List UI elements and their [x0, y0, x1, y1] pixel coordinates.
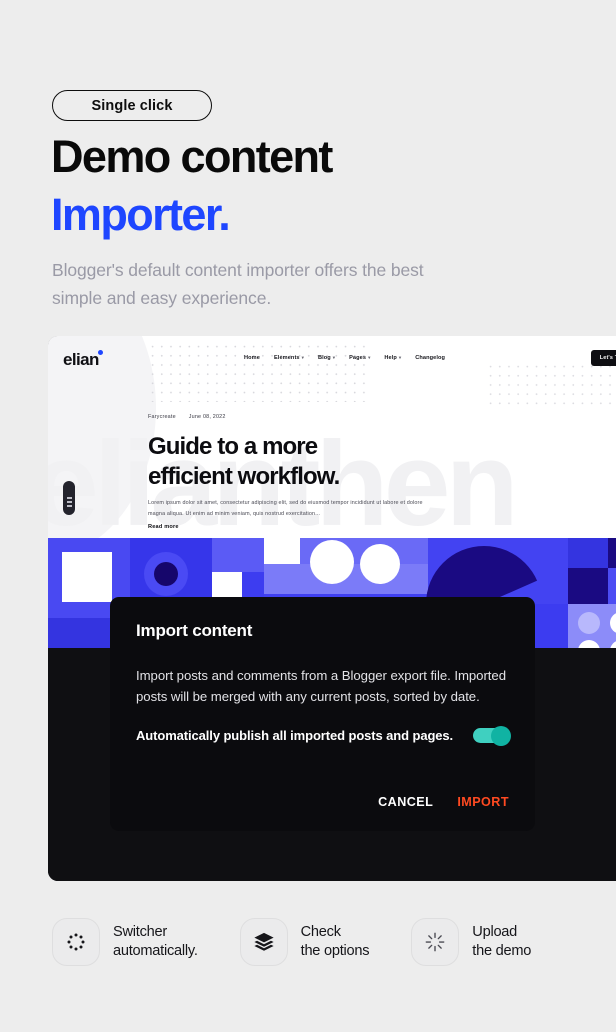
- shape-block: [608, 568, 616, 604]
- article-author: Farycreate: [148, 414, 176, 420]
- feature-label: Check the options: [301, 923, 370, 961]
- site-nav: Home Elements ▾ Blog ▾ Pages ▾ Help ▾ Ch…: [244, 355, 445, 361]
- chevron-down-icon: ▾: [301, 355, 304, 360]
- layers-icon: [239, 918, 288, 966]
- cancel-button[interactable]: CANCEL: [378, 795, 433, 809]
- auto-publish-label: Automatically publish all imported posts…: [136, 728, 454, 743]
- feature-label-line2: the options: [300, 943, 370, 959]
- badge-label: Single click: [91, 97, 173, 114]
- article-meta: Farycreate June 08, 2022: [148, 414, 226, 420]
- shape-block: [608, 538, 616, 568]
- feature-label-line2: automatically.: [113, 943, 198, 959]
- feature-label-line1: Check: [300, 924, 341, 940]
- modal-actions: CANCEL IMPORT: [378, 795, 509, 809]
- feature-label-line1: Switcher: [113, 924, 167, 940]
- nav-label: Blog: [317, 355, 331, 361]
- article-heading: Guide to a more efficient workflow.: [148, 432, 340, 492]
- dot-grid-pattern-right: [486, 362, 616, 408]
- feature-item-options[interactable]: Check the options: [239, 918, 370, 966]
- nav-item-help[interactable]: Help ▾: [384, 355, 401, 361]
- modal-title: Import content: [136, 621, 253, 640]
- nav-label: Pages: [349, 355, 367, 361]
- read-more-link[interactable]: Read more: [148, 524, 179, 530]
- feature-item-switcher[interactable]: Switcher automatically.: [52, 918, 198, 966]
- shape-circle-navy: [154, 562, 178, 586]
- page-title-line1: Demo content: [51, 131, 333, 182]
- nav-item-home[interactable]: Home: [244, 355, 260, 361]
- nav-label: Home: [244, 355, 260, 361]
- article-heading-line1: Guide to a more: [148, 433, 318, 460]
- nav-item-changelog[interactable]: Changelog: [415, 355, 445, 361]
- import-button[interactable]: IMPORT: [457, 795, 509, 809]
- feature-label-line2: the demo: [472, 943, 532, 959]
- article-heading-line2: efficient workflow.: [148, 463, 340, 490]
- modal-description: Import posts and comments from a Blogger…: [136, 668, 506, 704]
- shape-circle-white: [360, 544, 400, 584]
- chevron-down-icon: ▾: [332, 355, 336, 360]
- page-root: Single click Demo content Importer. Blog…: [0, 0, 616, 1032]
- auto-publish-toggle[interactable]: [473, 725, 511, 746]
- share-tab-handle[interactable]: [63, 481, 75, 515]
- chevron-down-icon: ▾: [398, 355, 402, 360]
- dot-grid-pattern-left: [148, 342, 368, 402]
- chevron-down-icon: ▾: [368, 355, 371, 360]
- feature-label: Upload the demo: [472, 923, 531, 961]
- logo-dot-icon: [98, 350, 103, 355]
- preview-top-section: elianthen elian Home Elements ▾ Blog ▾ P…: [48, 336, 616, 538]
- theme-preview-card: elianthen elian Home Elements ▾ Blog ▾ P…: [48, 336, 616, 881]
- import-content-modal: Import content Import posts and comments…: [110, 597, 535, 831]
- nav-label: Help: [384, 355, 397, 361]
- shape-block: [212, 538, 264, 572]
- toggle-knob: [491, 725, 511, 746]
- article-date: June 08, 2022: [188, 414, 226, 420]
- dotted-spinner-icon: [52, 918, 100, 966]
- single-click-badge: Single click: [52, 90, 212, 121]
- shape-circle-white: [310, 540, 354, 584]
- feature-item-upload[interactable]: Upload the demo: [411, 918, 531, 966]
- page-subtitle: Blogger's default content importer offer…: [52, 260, 424, 308]
- nav-item-elements[interactable]: Elements ▾: [274, 355, 304, 361]
- article-excerpt: Lorem ipsum dolor sit amet, consectetur …: [148, 500, 423, 517]
- auto-publish-row: Automatically publish all imported posts…: [136, 725, 511, 746]
- site-logo[interactable]: elian: [63, 350, 99, 370]
- nav-label: Elements: [273, 355, 300, 361]
- feature-label: Switcher automatically.: [113, 923, 198, 961]
- nav-item-pages[interactable]: Pages ▾: [349, 355, 370, 361]
- lets-talk-button[interactable]: Let's Talk: [590, 350, 616, 366]
- feature-list: Switcher automatically. Check the option…: [52, 918, 582, 966]
- shape-dot-pale: [578, 612, 600, 634]
- feature-label-line1: Upload: [472, 924, 518, 940]
- shape-block: [568, 538, 608, 568]
- shape-square-white: [62, 552, 112, 602]
- burst-loading-icon: [411, 918, 460, 966]
- nav-label: Changelog: [415, 355, 446, 361]
- page-title-line2: Importer.: [51, 189, 231, 240]
- shape-block: [568, 568, 608, 604]
- share-lines-icon: [66, 497, 72, 499]
- shape-square-white: [264, 538, 300, 564]
- nav-item-blog[interactable]: Blog ▾: [318, 355, 335, 361]
